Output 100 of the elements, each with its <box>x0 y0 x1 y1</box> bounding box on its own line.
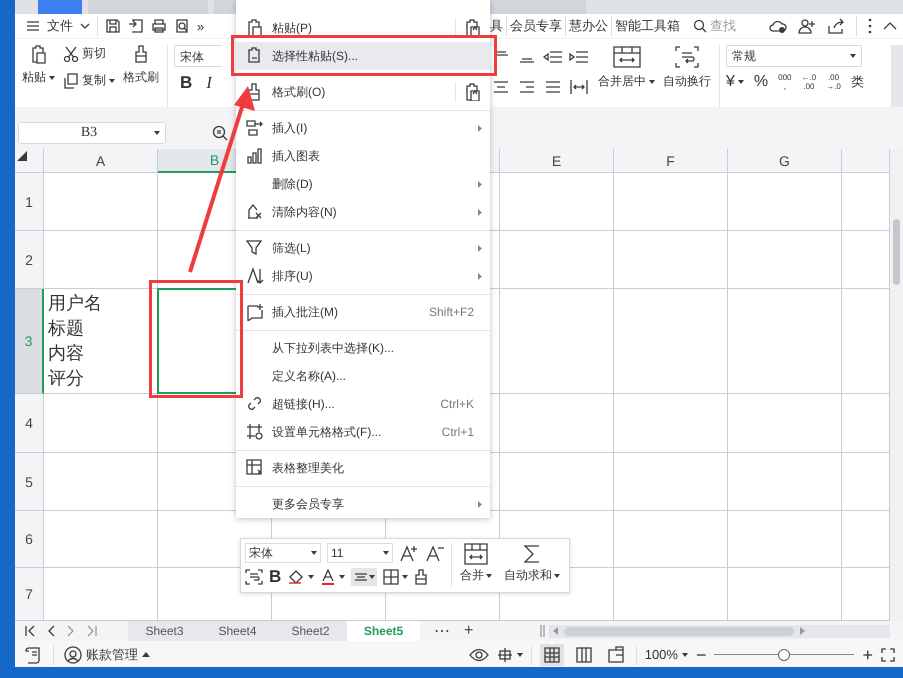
paste-options-icon[interactable] <box>464 83 482 101</box>
wrap-text-icon[interactable] <box>245 569 263 585</box>
sheet-tab[interactable]: Sheet2 <box>274 621 347 641</box>
grow-font-icon[interactable] <box>399 544 419 562</box>
view-mode-button[interactable] <box>540 644 564 666</box>
export-icon[interactable] <box>128 18 144 34</box>
next-sheet-icon[interactable] <box>67 625 75 637</box>
font-color-icon[interactable] <box>320 569 336 585</box>
sheet-tab[interactable]: Sheet3 <box>128 621 201 641</box>
previous-sheet-icon[interactable] <box>47 625 55 637</box>
crosshair-icon[interactable] <box>496 646 513 662</box>
printer-icon[interactable] <box>151 18 167 34</box>
shrink-font-icon[interactable] <box>425 544 445 562</box>
splitter-icon[interactable] <box>540 625 545 637</box>
paste-options-icon[interactable] <box>464 19 482 37</box>
fullscreen-icon[interactable] <box>881 648 895 662</box>
number-style-button[interactable]: .00 →.0 <box>826 73 841 91</box>
italic-button[interactable]: I <box>206 73 212 93</box>
brush-icon[interactable] <box>414 569 428 585</box>
row-header[interactable]: 2 <box>15 231 44 289</box>
number-style-button[interactable]: ←.0 .00 <box>802 73 816 91</box>
menu-item[interactable]: 从下拉列表中选择(K)... <box>236 334 490 362</box>
autosum-button[interactable]: 自动求和 <box>504 543 560 588</box>
name-box[interactable]: B3 <box>18 122 166 144</box>
ribbon-tab[interactable]: 慧办公 <box>569 17 608 35</box>
column-header[interactable]: A <box>44 149 158 173</box>
menu-icon[interactable] <box>26 20 40 32</box>
zoom-level-dropdown[interactable]: 100% <box>644 647 688 662</box>
zoom-icon[interactable] <box>212 125 228 141</box>
row-header[interactable]: 6 <box>15 511 44 568</box>
cut-button[interactable]: 剪切 <box>63 45 115 62</box>
bold-button[interactable]: B <box>269 567 282 587</box>
fill-color-icon[interactable] <box>287 569 306 585</box>
save-icon[interactable] <box>105 18 121 34</box>
more-button[interactable]: » <box>197 18 204 34</box>
distribute-icon[interactable] <box>568 77 590 97</box>
menu-item[interactable]: 选择性粘贴(S)... <box>236 42 490 70</box>
menu-item[interactable]: 粘贴(P) <box>236 14 490 42</box>
search-icon[interactable] <box>693 19 707 33</box>
row-header[interactable]: 7 <box>15 568 44 621</box>
share-icon[interactable] <box>827 18 845 34</box>
cell-text: 评分 <box>48 367 85 390</box>
row-header[interactable]: 5 <box>15 453 44 511</box>
zoom-out-button[interactable]: − <box>696 646 706 664</box>
row-header[interactable]: 1 <box>15 173 44 231</box>
zoom-in-button[interactable]: + <box>862 646 873 664</box>
file-menu[interactable]: 文件 <box>47 17 73 35</box>
scroll-thumb[interactable] <box>893 219 900 285</box>
borders-icon[interactable] <box>383 569 400 585</box>
copy-button[interactable]: 复制 <box>63 72 115 89</box>
last-sheet-icon[interactable] <box>87 625 97 637</box>
menu-item[interactable]: 超链接(H)... Ctrl+K <box>236 390 490 418</box>
menu-item[interactable]: 清除内容(N) <box>236 198 490 226</box>
collapse-icon[interactable] <box>883 22 897 30</box>
paste-button[interactable]: 粘贴 <box>22 45 55 107</box>
menu-item[interactable]: 表格整理美化 <box>236 454 490 482</box>
menu-item[interactable]: 定义名称(A)... <box>236 362 490 390</box>
scroll-thumb[interactable] <box>564 626 794 636</box>
add-sheet-button[interactable]: + <box>464 622 474 640</box>
font-name-field[interactable]: 宋体 <box>174 45 222 67</box>
merge-button[interactable]: 合并 <box>460 543 492 588</box>
ribbon-tab[interactable]: 会员专享 <box>510 17 562 35</box>
percent-button[interactable]: % <box>754 73 768 91</box>
type-button[interactable]: 类 <box>850 73 864 91</box>
sheet-tab[interactable]: Sheet4 <box>201 621 274 641</box>
ribbon-tab[interactable]: 智能工具箱 <box>615 17 680 35</box>
more-icon[interactable] <box>868 18 872 34</box>
ribbon-tab[interactable]: 具 <box>490 17 503 35</box>
zoom-slider-thumb[interactable] <box>778 648 790 660</box>
menu-item[interactable]: 更多会员专享 <box>236 490 490 518</box>
more-sheets-button[interactable]: ⋯ <box>434 621 450 641</box>
select-all-icon[interactable] <box>15 149 27 161</box>
align-dropdown[interactable] <box>351 568 378 586</box>
menu-item[interactable]: 筛选(L) <box>236 234 490 262</box>
menu-item[interactable]: 排序(U) <box>236 262 490 290</box>
account-management-button[interactable]: 账款管理 <box>64 646 150 664</box>
format-painter-button[interactable]: 格式刷 <box>123 45 159 107</box>
number-format-dropdown[interactable]: 常规 <box>726 45 862 67</box>
font-name-field[interactable]: 宋体 <box>245 543 321 563</box>
currency-button[interactable]: ¥ <box>726 73 744 91</box>
column-header[interactable]: G <box>728 149 842 173</box>
menu-item[interactable]: 删除(D) <box>236 170 490 198</box>
first-sheet-icon[interactable] <box>25 625 35 637</box>
chevron-down-icon[interactable] <box>80 23 90 29</box>
number-style-button[interactable]: 000 , <box>778 73 792 91</box>
preview-icon[interactable] <box>174 18 190 34</box>
wrap-text-button[interactable]: 自动换行 <box>663 45 711 107</box>
add-user-icon[interactable] <box>798 18 816 34</box>
menu-item[interactable]: 插入(I) <box>236 114 490 142</box>
column-header[interactable]: F <box>614 149 728 173</box>
eye-icon[interactable] <box>468 648 489 662</box>
cloud-icon[interactable] <box>769 18 787 34</box>
menu-item[interactable]: 插入批注(M) Shift+F2 <box>236 298 490 326</box>
horizontal-scrollbar[interactable] <box>549 624 890 638</box>
font-size-field[interactable]: 11 <box>327 543 393 563</box>
merge-center-button[interactable]: 合并居中 <box>598 45 655 107</box>
menu-item[interactable]: 设置单元格格式(F)... Ctrl+1 <box>236 418 490 446</box>
column-header[interactable]: E <box>500 149 614 173</box>
bold-button[interactable]: B <box>180 73 192 93</box>
row-header[interactable]: 4 <box>15 394 44 453</box>
